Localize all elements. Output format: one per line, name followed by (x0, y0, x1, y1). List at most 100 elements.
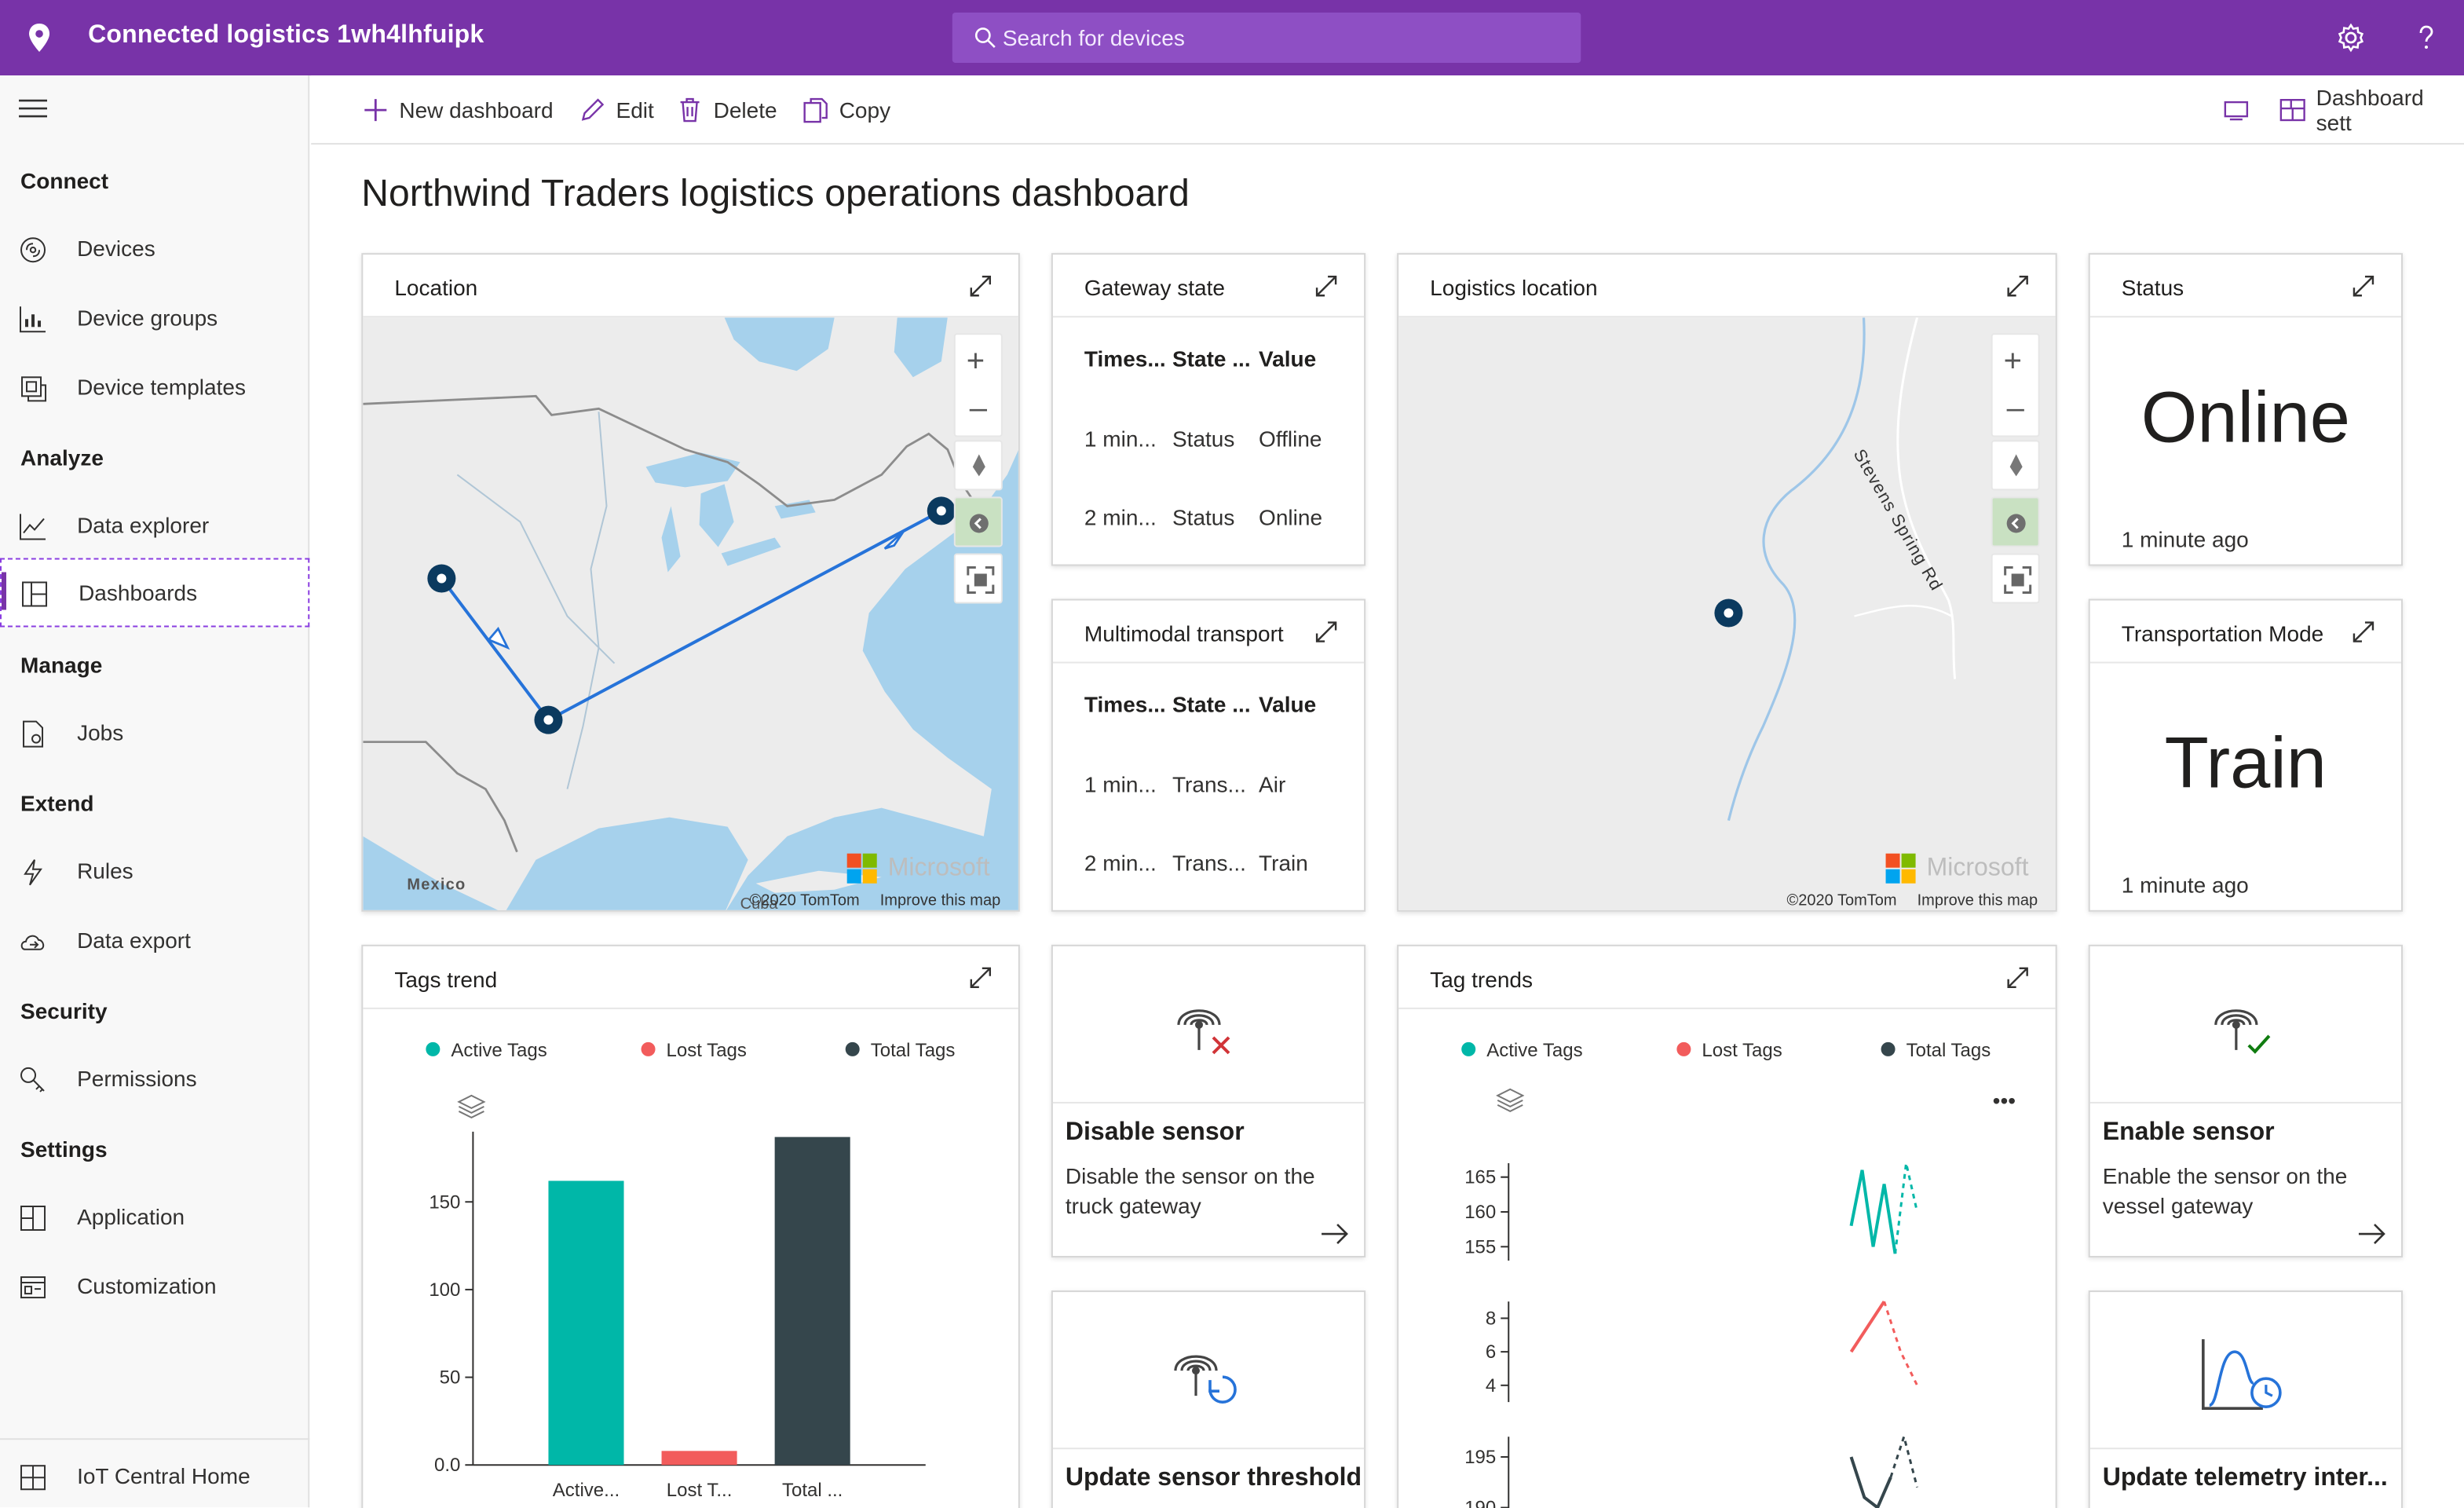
sidebar-item-device-templates[interactable]: Device templates (0, 355, 309, 418)
map-marker[interactable] (427, 564, 456, 593)
expand-icon[interactable] (968, 965, 993, 990)
legend-item[interactable]: Total Tags (845, 1039, 955, 1061)
bar[interactable] (661, 1451, 737, 1466)
sidebar-item-application[interactable]: Application (0, 1185, 309, 1248)
update-telemetry-tile[interactable]: Update telemetry inter... (2088, 1290, 2403, 1508)
series-line[interactable] (1849, 1300, 1886, 1353)
arrow-right-icon[interactable] (2357, 1220, 2385, 1248)
hamburger-menu-icon[interactable] (19, 97, 48, 119)
map-style-button[interactable] (1991, 496, 2040, 547)
fullscreen-button[interactable] (1991, 553, 2040, 604)
zoom-controls: + – (1991, 333, 2040, 437)
location-map[interactable]: + – Mexico Cuba Microsoft ©2020 TomTom I… (363, 317, 1018, 910)
legend-swatch (1676, 1041, 1691, 1056)
legend-item[interactable]: Lost Tags (1676, 1039, 1782, 1061)
logistics-location-tile: Logistics location Stevens Spring Rd + – (1397, 253, 2057, 912)
help-icon[interactable] (2411, 22, 2442, 53)
legend-item[interactable]: Active Tags (426, 1039, 547, 1061)
enable-sensor-tile[interactable]: Enable sensor Enable the sensor on the v… (2088, 944, 2403, 1258)
sidebar: Connect Devices Device groups Device tem… (0, 75, 310, 1508)
legend-item[interactable]: Total Tags (1881, 1039, 1991, 1061)
logistics-map[interactable]: Stevens Spring Rd + – Microsoft ©2020 To… (1398, 317, 2056, 910)
zoom-in-button[interactable]: + (967, 344, 985, 380)
search-input[interactable] (999, 13, 1566, 64)
sidebar-item-label: Data export (77, 927, 191, 953)
sidebar-item-rules[interactable]: Rules (0, 840, 309, 902)
zoom-out-button[interactable]: – (2007, 391, 2024, 427)
compass-button[interactable] (1991, 440, 2040, 491)
action-description-line: truck gateway (1065, 1192, 1201, 1219)
legend-item[interactable]: Active Tags (1461, 1039, 1583, 1061)
sidebar-item-label: Data explorer (77, 512, 210, 538)
expand-icon[interactable] (1314, 620, 1339, 645)
disable-sensor-tile[interactable]: Disable sensor Disable the sensor on the… (1051, 944, 1366, 1258)
transportation-mode-value: Train (2164, 721, 2327, 803)
tile-title: Transportation Mode (2121, 620, 2324, 646)
zoom-in-button[interactable]: + (2004, 344, 2022, 380)
section-analyze: Analyze (20, 445, 104, 470)
sidebar-item-dashboards[interactable]: Dashboards (0, 558, 310, 628)
telemetry-interval-icon (2202, 1339, 2282, 1410)
map-credit: ©2020 TomTom (749, 892, 860, 910)
status-tile: Status Online 1 minute ago (2088, 253, 2403, 566)
fullscreen-button[interactable] (953, 553, 1003, 604)
more-options-button[interactable]: ••• (1993, 1088, 2016, 1113)
legend-item[interactable]: Lost Tags (641, 1039, 747, 1061)
map-style-button[interactable] (953, 496, 1003, 547)
app-title[interactable]: Connected logistics 1wh4lhfuipk (88, 22, 484, 50)
layers-icon[interactable] (1496, 1088, 1525, 1113)
map-marker[interactable] (1714, 598, 1743, 628)
map-canvas (363, 317, 1018, 910)
sidebar-item-data-export[interactable]: Data export (0, 909, 309, 972)
map-marker[interactable] (534, 705, 563, 734)
sidebar-item-device-groups[interactable]: Device groups (0, 286, 309, 349)
sidebar-item-devices[interactable]: Devices (0, 217, 309, 280)
expand-icon[interactable] (2351, 273, 2376, 298)
devices-icon (20, 237, 46, 263)
expand-icon[interactable] (968, 273, 993, 298)
new-dashboard-button[interactable]: New dashboard (361, 94, 554, 126)
sidebar-item-jobs[interactable]: Jobs (0, 701, 309, 764)
settings-gear-icon[interactable] (2335, 22, 2367, 53)
map-marker[interactable] (927, 496, 956, 525)
improve-map-link[interactable]: Improve this map (1917, 893, 2038, 910)
zoom-out-button[interactable]: – (970, 391, 987, 427)
tile-title: Gateway state (1084, 275, 1226, 301)
arrow-right-icon[interactable] (1320, 1220, 1348, 1248)
screen-icon[interactable] (2222, 96, 2250, 124)
table-cell: 2 min... (1084, 850, 1157, 876)
dashboard-settings-button[interactable]: Dashboard sett (2279, 85, 2464, 135)
expand-icon[interactable] (2005, 273, 2031, 298)
sidebar-item-iot-central-home[interactable]: IoT Central Home (0, 1444, 309, 1507)
copy-button[interactable]: Copy (802, 94, 890, 126)
transportation-mode-tile: Transportation Mode Train 1 minute ago (2088, 598, 2403, 912)
bar[interactable] (548, 1180, 624, 1466)
sidebar-item-data-explorer[interactable]: Data explorer (0, 493, 309, 556)
expand-icon[interactable] (1314, 273, 1339, 298)
bar[interactable] (774, 1136, 850, 1466)
sidebar-item-customization[interactable]: Customization (0, 1254, 309, 1317)
table-cell: 2 min... (1084, 504, 1157, 530)
y-tick-label: 165 (1464, 1167, 1496, 1188)
update-sensor-threshold-tile[interactable]: Update sensor threshold (1051, 1290, 1366, 1508)
expand-icon[interactable] (2005, 965, 2031, 990)
location-pin-icon (29, 24, 50, 53)
expand-icon[interactable] (2351, 620, 2376, 645)
y-tick-label: 160 (1464, 1202, 1496, 1223)
compass-button[interactable] (953, 440, 1003, 491)
device-templates-icon (21, 376, 47, 402)
map-credit: ©2020 TomTom (1786, 892, 1897, 910)
layers-icon[interactable] (457, 1094, 486, 1119)
sidebar-item-label: Permissions (77, 1065, 197, 1091)
series-line[interactable] (1849, 1169, 1897, 1254)
compass-icon (2009, 454, 2023, 477)
table-cell: 1 min... (1084, 426, 1157, 452)
table-cell: Status (1172, 504, 1235, 530)
delete-button[interactable]: Delete (676, 94, 777, 126)
tag-trends-tile: Tag trends Active Tags Lost Tags Total T… (1397, 944, 2057, 1508)
improve-map-link[interactable]: Improve this map (880, 893, 1001, 910)
sidebar-item-permissions[interactable]: Permissions (0, 1047, 309, 1110)
series-line[interactable] (1849, 1456, 1892, 1508)
search-box[interactable] (952, 13, 1581, 64)
edit-button[interactable]: Edit (578, 94, 654, 126)
